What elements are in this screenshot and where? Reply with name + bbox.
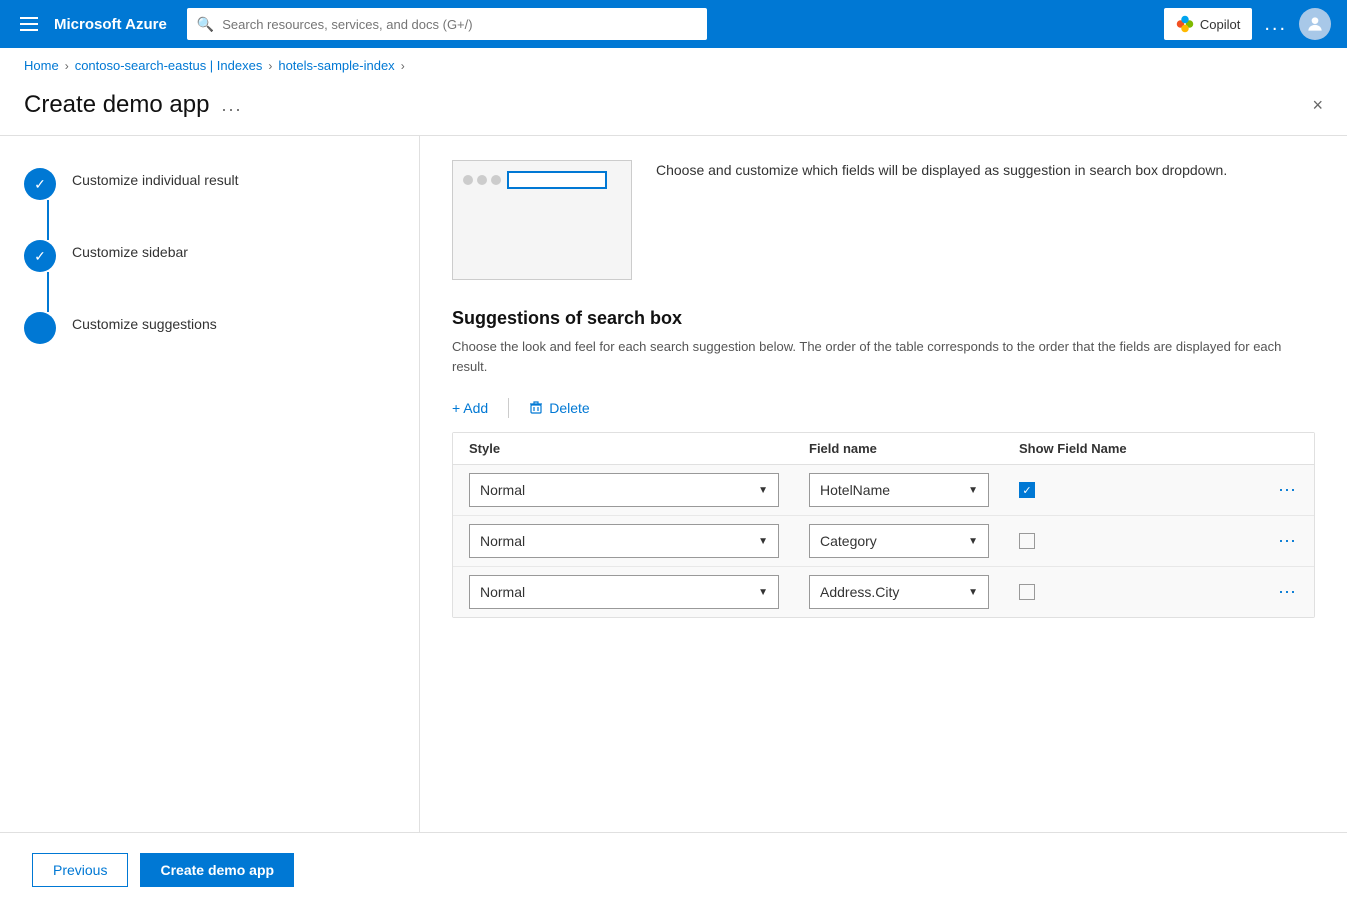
search-icon: 🔍 (197, 16, 214, 33)
page-header: Create demo app ... × (0, 83, 1347, 136)
close-button[interactable]: × (1312, 95, 1323, 116)
page-title: Create demo app (24, 91, 209, 119)
section-title: Suggestions of search box (452, 308, 1315, 329)
delete-label: Delete (549, 400, 589, 416)
row-1-field-cell: HotelName ▼ (809, 473, 1019, 507)
copilot-icon (1176, 15, 1194, 33)
step-connector-2 (47, 272, 49, 312)
breadcrumb-sep-2: › (268, 59, 272, 73)
row-1-checkbox-cell (1019, 482, 1199, 498)
row-3-checkbox[interactable] (1019, 584, 1035, 600)
table-row: Normal ▼ Category ▼ ⋯ (453, 516, 1314, 567)
step-1-circle (24, 168, 56, 200)
search-bar[interactable]: 🔍 (187, 8, 707, 40)
step-2-label: Customize sidebar (72, 240, 188, 260)
step-2-circle (24, 240, 56, 272)
row-2-style-cell: Normal ▼ (469, 524, 809, 558)
row-3-style-value: Normal (480, 584, 525, 600)
table-row: Normal ▼ Address.City ▼ ⋯ (453, 567, 1314, 617)
topbar: Microsoft Azure 🔍 Copilot ... (0, 0, 1347, 48)
preview-dots (463, 175, 501, 185)
row-3-checkbox-cell (1019, 584, 1199, 600)
row-1-field-value: HotelName (820, 482, 890, 498)
row-2-actions[interactable]: ⋯ (1199, 531, 1298, 552)
col-actions-header (1199, 441, 1298, 456)
row-3-field-value: Address.City (820, 584, 899, 600)
preview-searchbar (507, 171, 607, 189)
row-2-field-value: Category (820, 533, 877, 549)
row-3-field-dropdown[interactable]: Address.City ▼ (809, 575, 989, 609)
breadcrumb-index[interactable]: hotels-sample-index (278, 58, 394, 73)
col-style-header: Style (469, 441, 809, 456)
toolbar: + Add Delete (452, 396, 1315, 420)
preview-dot-3 (491, 175, 501, 185)
col-showfield-header: Show Field Name (1019, 441, 1199, 456)
toolbar-divider (508, 398, 509, 418)
row-3-style-arrow: ▼ (758, 587, 768, 598)
topbar-more-button[interactable]: ... (1264, 13, 1287, 36)
topbar-right: Copilot ... (1164, 8, 1331, 40)
preview-box (452, 160, 632, 280)
main-layout: Customize individual result Customize si… (0, 136, 1347, 832)
create-demo-app-button[interactable]: Create demo app (140, 853, 294, 887)
row-3-field-arrow: ▼ (968, 587, 978, 598)
row-2-field-cell: Category ▼ (809, 524, 1019, 558)
row-1-checkbox[interactable] (1019, 482, 1035, 498)
add-button[interactable]: + Add (452, 396, 488, 420)
description-text: Choose and customize which fields will b… (656, 160, 1227, 280)
row-3-field-cell: Address.City ▼ (809, 575, 1019, 609)
row-1-style-arrow: ▼ (758, 485, 768, 496)
copilot-label: Copilot (1200, 17, 1240, 32)
breadcrumb-sep-1: › (65, 59, 69, 73)
row-1-field-dropdown[interactable]: HotelName ▼ (809, 473, 989, 507)
row-1-field-arrow: ▼ (968, 485, 978, 496)
step-3-circle (24, 312, 56, 344)
breadcrumb: Home › contoso-search-eastus | Indexes ›… (0, 48, 1347, 83)
step-sidebar: Customize sidebar (24, 240, 395, 272)
table-row: Normal ▼ HotelName ▼ ⋯ (453, 465, 1314, 516)
breadcrumb-home[interactable]: Home (24, 58, 59, 73)
row-1-actions[interactable]: ⋯ (1199, 480, 1298, 501)
content-area: Choose and customize which fields will b… (420, 136, 1347, 832)
previous-button[interactable]: Previous (32, 853, 128, 887)
row-2-field-arrow: ▼ (968, 536, 978, 547)
step-1-label: Customize individual result (72, 168, 239, 188)
row-3-style-dropdown[interactable]: Normal ▼ (469, 575, 779, 609)
row-3-actions[interactable]: ⋯ (1199, 582, 1298, 603)
copilot-button[interactable]: Copilot (1164, 8, 1252, 40)
steps-sidebar: Customize individual result Customize si… (0, 136, 420, 832)
footer-bar: Previous Create demo app (0, 832, 1347, 907)
preview-dot-1 (463, 175, 473, 185)
row-2-checkbox[interactable] (1019, 533, 1035, 549)
page-header-dots[interactable]: ... (221, 95, 242, 116)
breadcrumb-sep-3: › (401, 59, 405, 73)
breadcrumb-indexes[interactable]: contoso-search-eastus | Indexes (75, 58, 263, 73)
row-2-checkbox-cell (1019, 533, 1199, 549)
step-3-label: Customize suggestions (72, 312, 217, 332)
col-fieldname-header: Field name (809, 441, 1019, 456)
delete-icon (529, 401, 543, 415)
row-2-field-dropdown[interactable]: Category ▼ (809, 524, 989, 558)
search-input[interactable] (222, 17, 697, 32)
row-3-style-cell: Normal ▼ (469, 575, 809, 609)
brand-logo: Microsoft Azure (54, 16, 167, 33)
row-2-style-dropdown[interactable]: Normal ▼ (469, 524, 779, 558)
user-avatar[interactable] (1299, 8, 1331, 40)
top-section: Choose and customize which fields will b… (452, 160, 1315, 280)
hamburger-button[interactable] (16, 13, 42, 35)
avatar-icon (1305, 14, 1325, 34)
row-2-style-value: Normal (480, 533, 525, 549)
row-2-style-arrow: ▼ (758, 536, 768, 547)
row-1-style-value: Normal (480, 482, 525, 498)
row-1-style-dropdown[interactable]: Normal ▼ (469, 473, 779, 507)
suggestions-table: Style Field name Show Field Name Normal … (452, 432, 1315, 618)
delete-button[interactable]: Delete (529, 396, 589, 420)
table-header: Style Field name Show Field Name (453, 433, 1314, 465)
step-individual: Customize individual result (24, 168, 395, 200)
preview-dot-2 (477, 175, 487, 185)
step-connector-1 (47, 200, 49, 240)
section-desc: Choose the look and feel for each search… (452, 337, 1315, 376)
step-suggestions: Customize suggestions (24, 312, 395, 344)
row-1-style-cell: Normal ▼ (469, 473, 809, 507)
